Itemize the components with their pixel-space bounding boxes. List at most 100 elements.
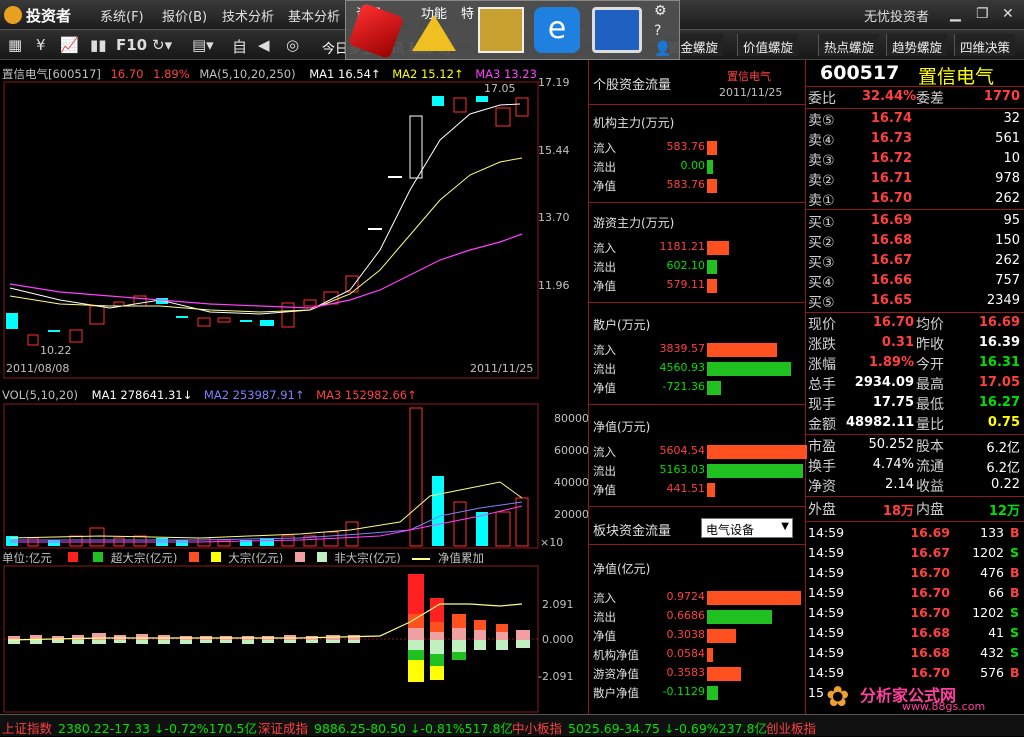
sector-row-bar [707,667,741,681]
index-name[interactable]: 上证指数 [2,718,52,737]
order-book-volume: 978 [995,171,1020,186]
stat-label: 市盈 [808,439,836,455]
weicha-value: 1770 [983,89,1020,104]
refresh-icon[interactable]: ↻▾ [152,36,172,54]
kline-ytick-3: 13.70 [538,211,570,224]
sector-row-value: 0.3583 [666,666,706,679]
kline-ytick-4: 11.96 [538,279,570,292]
sector-row-label: 机构净值 [593,648,639,662]
grid-icon[interactable]: ▦ [8,36,22,54]
flow-panel[interactable]: 单位:亿元 超大宗(亿元) 大宗(亿元) 非大宗(亿元) 净值累加 2.091 … [0,548,588,714]
sector-row-value: 0.3038 [666,628,706,641]
flow-net-line [7,603,523,641]
order-book-price: 16.73 [870,131,912,146]
yen-icon[interactable]: ¥ [36,36,46,54]
tick-side: B [1010,665,1020,680]
flow-row-value: 583.76 [666,178,706,191]
flow-row-bar [707,362,791,376]
stat-value: 2.14 [885,477,914,492]
flow-row-value: 0.00 [680,159,706,172]
order-book-volume: 262 [995,253,1020,268]
sector-select[interactable]: 电气设备 ▼ [701,518,793,538]
flow-row-value: -721.36 [662,380,705,393]
menu-fundamental[interactable]: 基本分析 [288,6,340,25]
sector-row-bar [707,629,736,643]
tab-4d-decision[interactable]: 四维决策 [954,34,1016,56]
flow-section-title: 散户(万元) [593,318,651,332]
sector-row-bar [707,686,718,700]
tick-price: 16.68 [910,625,950,640]
f10-button[interactable]: F10 [116,36,147,54]
close-icon[interactable]: ✕ [1002,6,1014,22]
sector-row-value: 0.9724 [666,590,706,603]
kline-candles [6,96,529,346]
stat-label: 流通 [916,459,944,475]
volume-panel[interactable]: VOL(5,10,20) MA1 278641.31↓ MA2 253987.9… [0,386,589,550]
pyramid-icon[interactable] [412,15,456,51]
kline-ma1-line [9,103,521,315]
gear-icon[interactable]: ⚙ [654,3,667,19]
divider [589,506,805,507]
speaker-icon[interactable]: ◀ [258,36,270,54]
menu-system[interactable]: 系统(F) [100,6,144,25]
tick-volume: 1202 [972,545,1004,560]
kline-panel[interactable]: 置信电气[600517] 16.70 1.89% MA(5,10,20,250)… [0,60,588,390]
index-value: 2380.22-17.33 ↓-0.72%170.5亿 [58,721,257,736]
flow-row-bar [707,241,729,255]
minimize-icon[interactable]: ▁ [950,6,961,22]
menu-special[interactable]: 特 [461,3,474,22]
tick-time: 14:59 [808,625,845,640]
help-icon[interactable]: ? [654,23,661,39]
divider [589,202,805,203]
order-book-price: 16.74 [870,111,912,126]
stat-value: 6.2亿 [986,461,1020,476]
window-icon[interactable]: ▤▾ [192,36,214,54]
browser-icon[interactable]: e [534,7,580,53]
watermark-url: www.88gs.com [902,700,986,713]
status-bar: 上证指数 2380.22-17.33 ↓-0.72%170.5亿 深证成指 9886.… [0,714,1024,736]
index-name[interactable]: 中小板指 [512,718,562,737]
stat-label: 均价 [916,317,944,333]
tick-volume: 432 [980,645,1004,660]
tab-trend-spiral[interactable]: 趋势螺旋 [886,34,948,56]
tick-side: S [1010,625,1020,640]
menu-technical[interactable]: 技术分析 [222,6,274,25]
flow-row-value: 579.11 [666,278,706,291]
menu-quote[interactable]: 报价(B) [162,6,207,25]
sector-row-value: -0.1129 [662,685,705,698]
flow-row-label: 净值 [593,483,616,497]
fund-flow-stock: 置信电气 [727,70,771,83]
flow-row-value: 5163.03 [659,463,706,476]
stat-label: 最低 [916,397,944,413]
index-name[interactable]: 创业板指 [766,718,816,737]
kline-low-label: 10.22 [40,344,72,357]
sector-row-bar [707,610,772,624]
tab-hot-spiral[interactable]: 热点螺旋 [818,34,880,56]
monitor-icon[interactable] [592,7,642,53]
ruler-icon[interactable] [478,7,524,53]
order-book-volume: 561 [995,131,1020,146]
stat-label: 净资 [808,479,836,495]
self-select-icon[interactable]: 自 [232,36,247,57]
index-name[interactable]: 深证成指 [258,718,308,737]
tab-value-spiral[interactable]: 价值螺旋 [737,34,799,56]
order-book-label: 卖② [808,173,835,189]
stat-value: 50.252 [868,437,915,452]
restore-icon[interactable]: ❐ [976,6,989,22]
divider [806,496,1024,497]
tick-price: 16.68 [910,645,950,660]
stat-value: 1.89% [868,355,914,370]
tick-time: 14:59 [808,525,845,540]
flow-row-label: 流入 [593,241,616,255]
index-value: 9886.25-80.50 ↓-0.81%517.8亿 [314,721,513,736]
order-book-label: 买④ [808,275,835,291]
bars-icon[interactable]: ▮▮ [90,36,107,54]
order-book-price: 16.66 [870,273,912,288]
chart-icon[interactable]: 📈 [60,36,79,54]
tick-side: B [1010,565,1020,580]
disc-icon[interactable]: ◎ [286,36,299,54]
flow-row-bar [707,464,803,478]
weicha-label: 委差 [916,91,944,107]
user-icon[interactable]: 👤 [654,41,671,57]
tick-time: 14:59 [808,585,845,600]
